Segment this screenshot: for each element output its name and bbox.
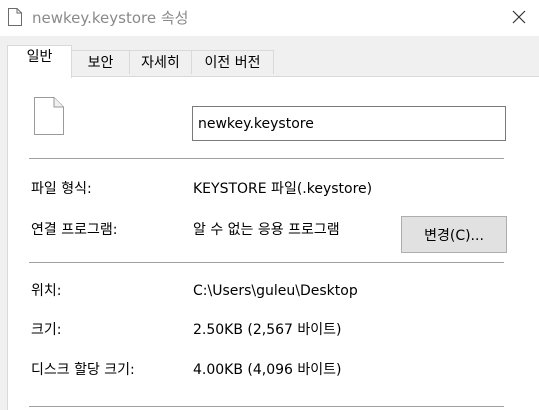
window-title: newkey.keystore 속성 [32, 9, 189, 27]
close-icon [512, 10, 526, 24]
tab-general[interactable]: 일반 [7, 45, 72, 78]
size-on-disk-value: 4.00KB (4,096 바이트) [193, 362, 342, 378]
tab-label: 일반 [26, 49, 53, 65]
tab-label: 자세히 [141, 55, 180, 71]
file-type-label: 파일 형식: [31, 181, 92, 197]
change-button[interactable]: 변경(C)... [401, 216, 507, 253]
file-type-value: KEYSTORE 파일(.keystore) [193, 181, 373, 197]
tab-details[interactable]: 자세히 [129, 50, 192, 74]
tab-previous-versions[interactable]: 이전 버전 [191, 50, 274, 74]
opens-with-label: 연결 프로그램: [31, 222, 118, 238]
size-on-disk-label: 디스크 할당 크기: [31, 362, 135, 378]
tab-security[interactable]: 보안 [71, 50, 130, 74]
size-label: 크기: [31, 322, 62, 338]
panel-margin [0, 76, 7, 410]
document-icon [34, 97, 64, 135]
tab-label: 이전 버전 [204, 55, 261, 71]
close-button[interactable] [499, 0, 539, 34]
properties-window: newkey.keystore 속성 일반 보안 자세히 이전 버전 파일 [0, 0, 539, 410]
filename-field[interactable] [192, 106, 506, 141]
location-label: 위치: [31, 283, 62, 299]
divider [29, 262, 504, 263]
location-value: C:\Users\guleu\Desktop [193, 283, 358, 299]
tab-strip: 일반 보안 자세히 이전 버전 [0, 36, 539, 78]
tab-label: 보안 [87, 55, 114, 71]
size-value: 2.50KB (2,567 바이트) [193, 322, 342, 338]
title-bar: newkey.keystore 속성 [0, 0, 539, 36]
opens-with-value: 알 수 없는 응용 프로그램 [193, 222, 340, 238]
divider [29, 406, 504, 407]
divider [29, 158, 504, 159]
file-icon [8, 8, 22, 26]
